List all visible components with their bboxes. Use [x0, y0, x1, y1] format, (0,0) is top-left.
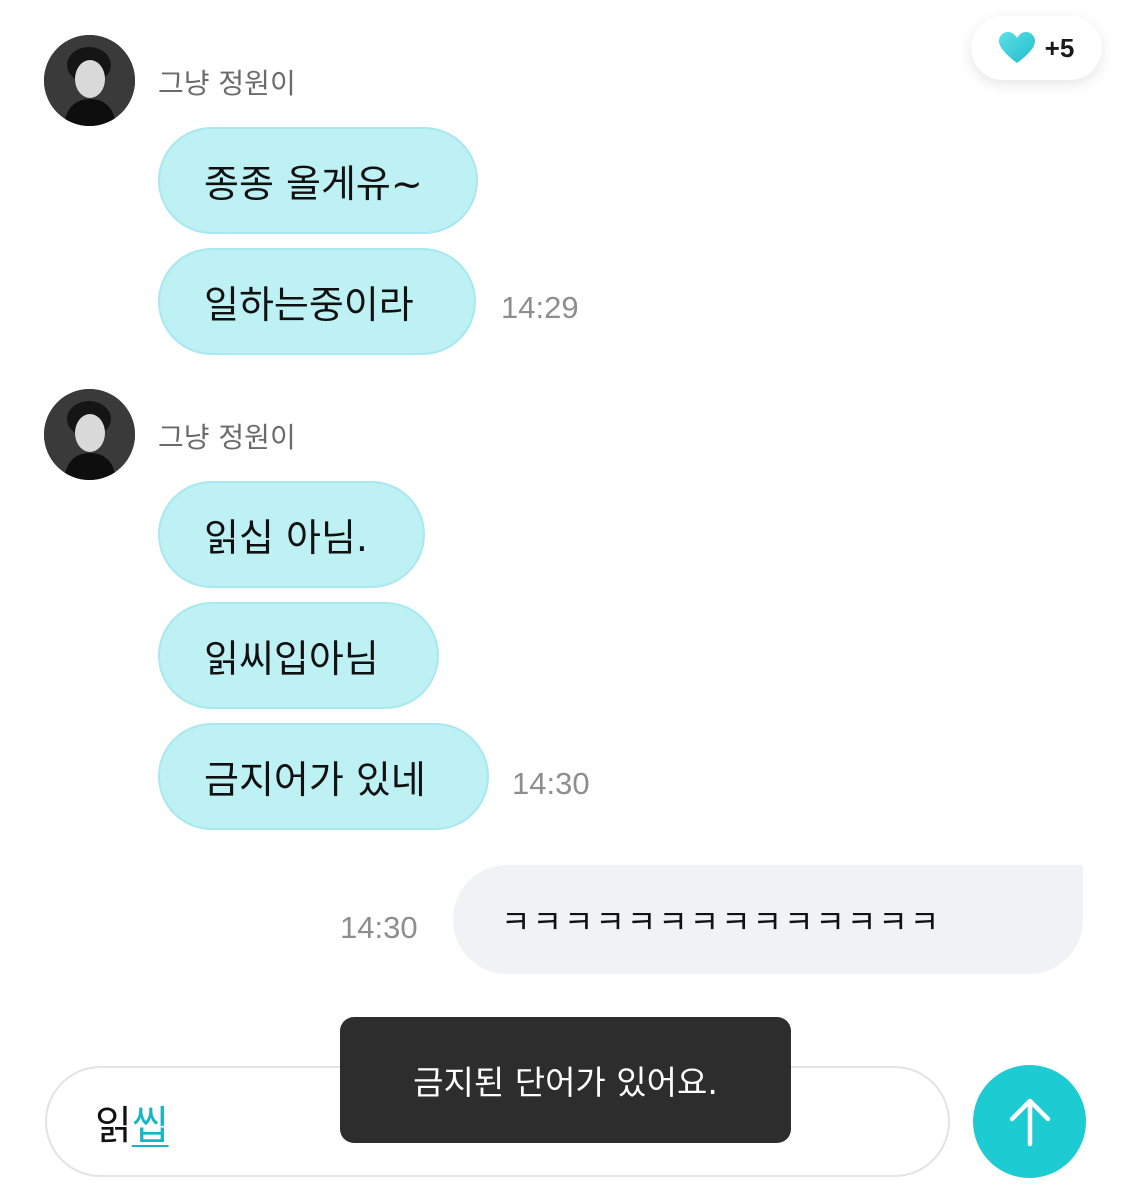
heart-icon — [998, 32, 1035, 64]
message-bubble[interactable]: 읽십 아님. — [158, 481, 425, 588]
sender-name: 그냥 정원이 — [158, 421, 296, 454]
heart-reaction-button[interactable]: +5 — [971, 16, 1102, 80]
outgoing-message-bubble[interactable]: ㅋㅋㅋㅋㅋㅋㅋㅋㅋㅋㅋㅋㅋㅋ — [453, 865, 1083, 974]
arrow-up-icon — [1008, 1097, 1052, 1147]
send-button[interactable] — [973, 1065, 1086, 1178]
avatar[interactable] — [44, 389, 135, 480]
chat-screen: +5 그냥 정원이 종종 올게유~ 일하는중이라 14:29 그냥 정원이 읽십… — [0, 0, 1131, 1200]
toast-text: 금지된 단어가 있어요. — [413, 1063, 718, 1102]
message-time: 14:30 — [512, 766, 590, 801]
input-typed-text: 읽 — [95, 1102, 132, 1149]
toast-message: 금지된 단어가 있어요. — [340, 1017, 791, 1143]
avatar[interactable] — [44, 35, 135, 126]
heart-count: +5 — [1044, 32, 1075, 63]
message-bubble[interactable]: 금지어가 있네 — [158, 723, 489, 830]
input-composing-text: 씹 — [131, 1102, 169, 1149]
message-time: 14:29 — [501, 290, 579, 325]
message-bubble[interactable]: 종종 올게유~ — [158, 127, 478, 234]
sender-name: 그냥 정원이 — [158, 67, 296, 100]
message-time: 14:30 — [340, 910, 418, 945]
message-bubble[interactable]: 일하는중이라 — [158, 248, 476, 355]
message-bubble[interactable]: 읽씨입아님 — [158, 602, 439, 709]
